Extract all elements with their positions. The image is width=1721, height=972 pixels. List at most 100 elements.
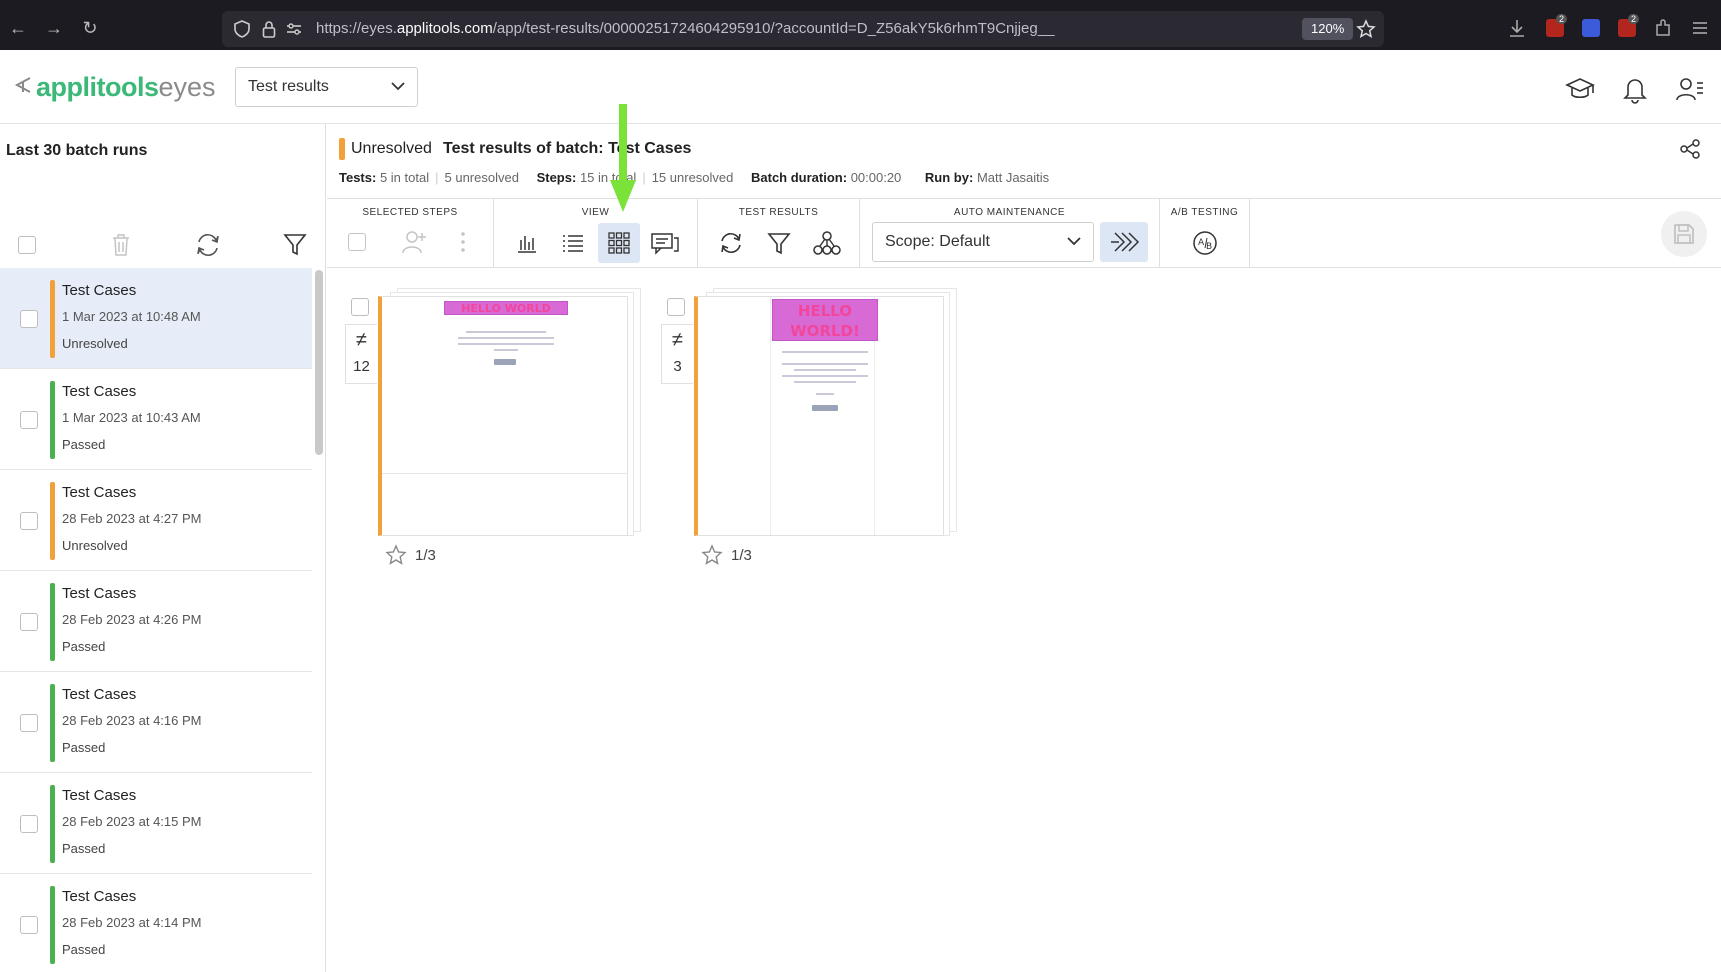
download-icon[interactable]	[1508, 18, 1526, 38]
extension-2-icon[interactable]	[1582, 19, 1600, 37]
diff-count: 12	[353, 358, 370, 375]
select-steps-checkbox[interactable]	[348, 233, 366, 251]
graduation-cap-icon[interactable]	[1565, 74, 1595, 104]
grid-icon	[608, 232, 630, 254]
batch-name: Test Cases	[62, 383, 137, 400]
screenshot-thumbnail[interactable]: HELLO WORLD	[378, 296, 628, 536]
auto-maintenance-group: AUTO MAINTENANCE Scope: Default	[860, 199, 1160, 267]
result-checkbox[interactable]	[667, 298, 685, 316]
batch-status: Unresolved	[62, 336, 128, 351]
ab-testing-label: A/B TESTING	[1170, 207, 1239, 218]
test-results-group: TEST RESULTS	[698, 199, 860, 267]
card-footer: 1/3	[701, 544, 752, 566]
batch-date: 1 Mar 2023 at 10:43 AM	[62, 410, 201, 425]
comments-icon	[651, 233, 679, 255]
batch-date: 1 Mar 2023 at 10:48 AM	[62, 309, 201, 324]
user-settings-icon[interactable]	[1675, 74, 1705, 104]
batch-checkbox[interactable]	[20, 310, 38, 328]
not-equal-icon: ≠	[672, 329, 683, 351]
extension-badge: 2	[1556, 14, 1568, 24]
extensions-puzzle-icon[interactable]	[1654, 18, 1674, 38]
batch-checkbox[interactable]	[20, 714, 38, 732]
scope-select-dropdown[interactable]: Scope: Default	[872, 222, 1094, 262]
lock-icon	[262, 21, 276, 38]
bookmark-star-icon[interactable]	[1356, 19, 1376, 39]
thumbnail-divider	[382, 473, 627, 474]
share-icon[interactable]	[1679, 138, 1701, 160]
batch-list-item[interactable]: Test Cases 1 Mar 2023 at 10:48 AM Unresolv…	[0, 268, 312, 369]
batch-list-item[interactable]: Test Cases 28 Feb 2023 at 4:26 PM Passed	[0, 571, 312, 672]
star-icon[interactable]	[385, 544, 407, 566]
batch-status: Passed	[62, 740, 106, 755]
site-settings-icon[interactable]	[286, 22, 302, 36]
svg-text:B: B	[1206, 242, 1212, 252]
batch-list-item[interactable]: Test Cases 1 Mar 2023 at 10:43 AM Passed	[0, 369, 312, 470]
batch-name: Test Cases	[62, 585, 137, 602]
chevron-down-icon	[1067, 233, 1081, 249]
filter-icon[interactable]	[283, 232, 307, 258]
address-bar[interactable]: https://eyes.applitools.com/app/test-res…	[222, 11, 1384, 47]
reload-icon[interactable]: ↻	[80, 18, 100, 38]
menu-icon[interactable]	[1690, 18, 1710, 38]
view-comments-button[interactable]	[644, 223, 686, 263]
save-button[interactable]	[1661, 211, 1707, 257]
batch-meta: Tests: 5 in total | 5 unresolved Steps: 15…	[339, 170, 1050, 185]
chevron-down-icon	[391, 78, 405, 94]
test-result-card[interactable]: ≠ 3 HELLO WORLD! 1/3	[661, 286, 961, 586]
batch-checkbox[interactable]	[20, 512, 38, 530]
refresh-icon[interactable]	[194, 232, 222, 258]
batch-checkbox[interactable]	[20, 916, 38, 934]
not-equal-icon: ≠	[356, 329, 367, 351]
auto-maintain-button[interactable]	[1100, 222, 1148, 262]
view-select-dropdown[interactable]: Test results	[235, 67, 418, 107]
batch-status: Passed	[62, 841, 106, 856]
batch-title: Test results of batch: Test Cases	[443, 140, 692, 157]
star-icon[interactable]	[701, 544, 723, 566]
diff-indicator: ≠ 3	[661, 324, 693, 384]
batch-date: 28 Feb 2023 at 4:16 PM	[62, 713, 202, 728]
ab-testing-button[interactable]: AB	[1184, 223, 1226, 263]
batch-list-item[interactable]: Test Cases 28 Feb 2023 at 4:16 PM Passed	[0, 672, 312, 773]
test-results-label: TEST RESULTS	[738, 207, 819, 218]
view-list-button[interactable]	[552, 223, 594, 263]
forward-arrow-icon[interactable]: →	[44, 18, 64, 38]
page-edge	[770, 297, 771, 535]
hello-world-banner: HELLO WORLD	[444, 301, 568, 315]
batch-status-bar	[50, 684, 55, 762]
bell-icon[interactable]	[1620, 74, 1650, 104]
batch-status-bar	[50, 886, 55, 964]
select-all-checkbox[interactable]	[18, 236, 36, 254]
filter-results-button[interactable]	[758, 223, 800, 263]
scrollbar[interactable]	[315, 270, 323, 455]
group-results-button[interactable]	[806, 223, 848, 263]
zoom-level-badge[interactable]: 120%	[1302, 18, 1354, 40]
batch-list-item[interactable]: Test Cases 28 Feb 2023 at 4:27 PM Unresolv…	[0, 470, 312, 571]
batch-checkbox[interactable]	[20, 815, 38, 833]
auto-maintenance-label: AUTO MAINTENANCE	[953, 207, 1066, 218]
screenshot-thumbnail[interactable]: HELLO WORLD!	[694, 296, 944, 536]
svg-text:A: A	[1198, 238, 1205, 248]
url-text: https://eyes.applitools.com/app/test-res…	[316, 20, 1055, 37]
applitools-logo-mark-icon	[14, 77, 31, 93]
batch-checkbox[interactable]	[20, 411, 38, 429]
annotation-arrow-icon	[610, 104, 636, 212]
test-result-card[interactable]: ≠ 12 HELLO WORLD 1/3	[345, 286, 645, 586]
more-vertical-icon[interactable]	[459, 231, 467, 253]
text-line	[782, 363, 868, 365]
step-page-indicator: 1/3	[415, 546, 436, 564]
batch-list-toolbar	[0, 224, 326, 268]
refresh-results-button[interactable]	[710, 223, 752, 263]
double-chevron-right-icon	[1111, 232, 1140, 252]
assign-user-icon[interactable]	[401, 229, 429, 255]
back-arrow-icon[interactable]: ←	[8, 18, 28, 38]
batch-list-item[interactable]: Test Cases 28 Feb 2023 at 4:14 PM Passed	[0, 874, 312, 972]
batch-status: Unresolved	[62, 538, 128, 553]
result-checkbox[interactable]	[351, 298, 369, 316]
applitools-logo[interactable]: applitoolseyes	[36, 72, 216, 103]
batch-list-item[interactable]: Test Cases 28 Feb 2023 at 4:15 PM Passed	[0, 773, 312, 874]
trash-icon[interactable]	[110, 232, 132, 258]
view-grid-button[interactable]	[598, 223, 640, 263]
unresolved-status-bar	[339, 138, 345, 160]
view-chart-button[interactable]	[506, 223, 548, 263]
batch-checkbox[interactable]	[20, 613, 38, 631]
